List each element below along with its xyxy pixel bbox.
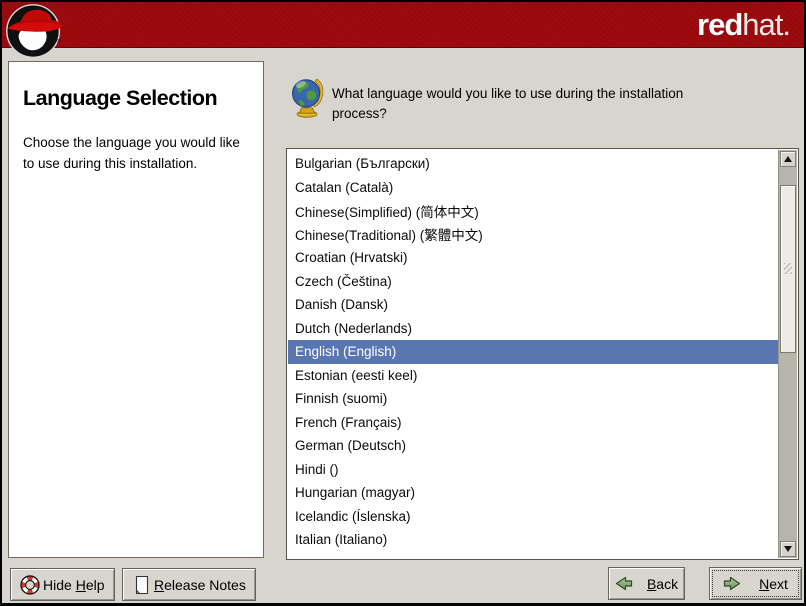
globe-icon xyxy=(289,76,325,118)
arrow-right-icon xyxy=(723,575,741,592)
scroll-down-arrow-icon xyxy=(784,546,792,552)
language-list[interactable]: Bulgarian (Български)Catalan (Català)Chi… xyxy=(288,150,778,558)
redhat-shadowman-logo: ® xyxy=(5,3,63,61)
scroll-down-button[interactable] xyxy=(780,541,796,557)
scrollbar-thumb[interactable] xyxy=(780,185,796,353)
arrow-left-icon xyxy=(615,575,633,592)
back-label: Back xyxy=(647,576,678,592)
redhat-wordmark: redhat. xyxy=(697,7,790,43)
language-item[interactable]: Czech (Čeština) xyxy=(288,270,778,294)
lifebuoy-icon xyxy=(20,575,40,595)
language-item[interactable]: Hungarian (magyar) xyxy=(288,481,778,505)
document-icon xyxy=(132,575,151,595)
language-item[interactable]: Hindi () xyxy=(288,458,778,482)
language-listbox: Bulgarian (Български)Catalan (Català)Chi… xyxy=(286,148,799,560)
help-text: Choose the language you would like to us… xyxy=(23,133,249,174)
release-notes-button[interactable]: Release Notes xyxy=(122,568,256,601)
hide-help-button[interactable]: Hide Help xyxy=(10,568,115,601)
language-item[interactable]: French (Français) xyxy=(288,411,778,435)
scroll-up-arrow-icon xyxy=(784,156,792,162)
question-text: What language would you like to use duri… xyxy=(332,84,688,123)
release-notes-label: Release Notes xyxy=(154,577,246,593)
scrollbar[interactable] xyxy=(778,150,797,558)
language-item[interactable]: Italian (Italiano) xyxy=(288,528,778,552)
language-item[interactable]: Chinese(Traditional) (繁體中文) xyxy=(288,223,778,247)
scroll-up-button[interactable] xyxy=(780,151,796,167)
help-panel: Language Selection Choose the language y… xyxy=(8,61,264,558)
back-button[interactable]: Back xyxy=(608,567,685,600)
language-item[interactable]: Estonian (eesti keel) xyxy=(288,364,778,388)
language-item[interactable]: Catalan (Català) xyxy=(288,176,778,200)
installer-window: ® redhat. Language Selection Choose the … xyxy=(0,0,806,606)
language-item[interactable]: Croatian (Hrvatski) xyxy=(288,246,778,270)
next-button[interactable]: Next xyxy=(709,567,802,600)
header-bar xyxy=(2,2,804,48)
page-title: Language Selection xyxy=(23,86,249,111)
language-item[interactable]: Chinese(Simplified) (简体中文) xyxy=(288,199,778,223)
svg-text:®: ® xyxy=(57,38,61,45)
language-item[interactable]: German (Deutsch) xyxy=(288,434,778,458)
language-item[interactable]: Bulgarian (Български) xyxy=(288,152,778,176)
language-item[interactable]: Dutch (Nederlands) xyxy=(288,317,778,341)
hide-help-label: Hide Help xyxy=(43,577,105,593)
language-item[interactable]: Danish (Dansk) xyxy=(288,293,778,317)
language-item[interactable]: Icelandic (Íslenska) xyxy=(288,505,778,529)
language-item[interactable]: English (English) xyxy=(288,340,778,364)
language-item[interactable]: Finnish (suomi) xyxy=(288,387,778,411)
next-label: Next xyxy=(759,576,788,592)
